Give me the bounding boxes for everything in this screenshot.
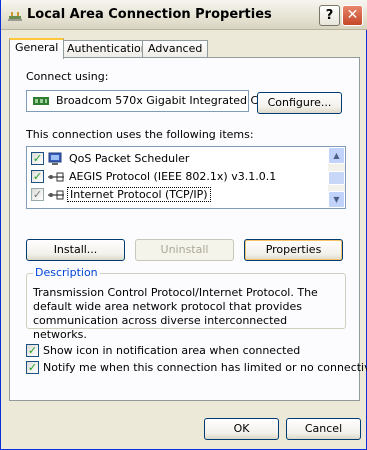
configure-button[interactable]: Configure... [257, 92, 342, 114]
connect-using-label: Connect using: [26, 70, 109, 83]
protocol-icon [48, 172, 64, 182]
tab-general[interactable]: General [9, 38, 65, 59]
list-item[interactable]: ✓ AEGIS Protocol (IEEE 802.1x) v3.1.0.1 [31, 169, 321, 187]
properties-dialog: Local Area Connection Properties ? ✕ Gen… [0, 0, 367, 450]
description-text: Transmission Control Protocol/Internet P… [33, 286, 318, 341]
scroll-down-icon[interactable]: ▼ [328, 191, 345, 208]
items-listbox[interactable]: ✓ QoS Packet Scheduler ✓ AEGIS Protocol … [26, 146, 346, 209]
title-bar[interactable]: Local Area Connection Properties ? ✕ [1, 0, 367, 30]
list-item[interactable]: ✓ QoS Packet Scheduler [31, 151, 321, 169]
item-label: QoS Packet Scheduler [69, 152, 190, 165]
item-checkbox[interactable]: ✓ [31, 188, 44, 201]
show-icon-label[interactable]: Show icon in notification area when conn… [43, 344, 300, 357]
item-checkbox[interactable]: ✓ [31, 170, 44, 183]
items-scrollbar[interactable]: ▲ ▼ [328, 147, 345, 208]
properties-button[interactable]: Properties [244, 239, 343, 261]
scroll-thumb[interactable] [328, 171, 345, 185]
adapter-field: Broadcom 570x Gigabit Integrated Co [26, 90, 265, 112]
description-group: Description Transmission Control Protoco… [26, 266, 346, 341]
tab-advanced[interactable]: Advanced [142, 40, 209, 58]
scheduler-icon [48, 152, 62, 165]
cancel-button[interactable]: Cancel [286, 418, 361, 440]
scroll-up-icon[interactable]: ▲ [328, 147, 345, 164]
item-checkbox[interactable]: ✓ [31, 152, 44, 165]
show-icon-checkbox[interactable]: ✓ [26, 344, 39, 357]
list-item[interactable]: ✓ Internet Protocol (TCP/IP) [31, 187, 321, 205]
network-adapter-icon [33, 97, 49, 105]
adapter-name: Broadcom 570x Gigabit Integrated Co [56, 94, 265, 107]
item-label: AEGIS Protocol (IEEE 802.1x) v3.1.0.1 [69, 170, 277, 183]
tab-authentication[interactable]: Authentication [61, 40, 154, 58]
items-label: This connection uses the following items… [26, 128, 254, 141]
ok-button[interactable]: OK [204, 418, 279, 440]
close-button[interactable]: ✕ [342, 5, 363, 26]
general-panel: Connect using: Broadcom 570x Gigabit Int… [9, 57, 367, 401]
help-button[interactable]: ? [319, 5, 340, 26]
item-label: Internet Protocol (TCP/IP) [67, 187, 211, 202]
uninstall-button[interactable]: Uninstall [135, 239, 234, 261]
protocol-icon [48, 190, 64, 200]
network-connection-icon [8, 12, 22, 21]
notify-checkbox[interactable]: ✓ [26, 361, 39, 374]
notify-label[interactable]: Notify me when this connection has limit… [43, 361, 367, 374]
install-button[interactable]: Install... [26, 239, 125, 261]
window-title: Local Area Connection Properties [27, 7, 272, 22]
description-title: Description [33, 266, 100, 279]
